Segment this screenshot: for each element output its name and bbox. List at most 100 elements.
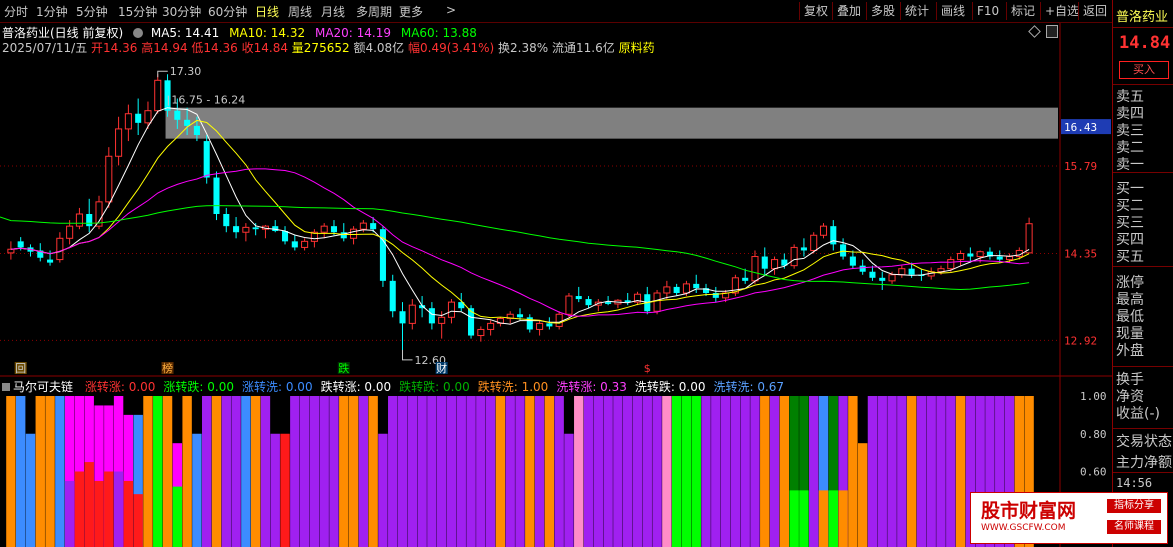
toolbar-button-2[interactable]: 多股 (866, 2, 899, 20)
indicator-bar (701, 396, 711, 547)
candle-body (555, 313, 563, 327)
collapse-icon[interactable] (133, 28, 144, 38)
indicator-bar (809, 396, 819, 547)
indicator-bar (554, 396, 564, 547)
period-tab-6[interactable]: 日线 (255, 3, 279, 20)
candle-body (477, 328, 485, 337)
candle-body (976, 251, 984, 258)
period-tab-10[interactable]: 更多 (399, 3, 423, 20)
period-tab-1[interactable]: 1分钟 (36, 3, 68, 20)
indicator-bar-segment (113, 471, 124, 547)
toolbar-button-1[interactable]: 叠加 (832, 2, 865, 20)
event-marker[interactable]: 回 (15, 362, 26, 375)
period-tab-8[interactable]: 月线 (321, 3, 345, 20)
indicator-bar (769, 396, 780, 547)
candle-body (859, 265, 866, 272)
indicator-bar (867, 396, 878, 547)
toolbar-button-0[interactable]: 复权 (799, 2, 832, 20)
period-tab-3[interactable]: 15分钟 (118, 3, 157, 20)
indicator-bar-segment (104, 471, 114, 547)
event-marker[interactable]: $ (644, 362, 651, 375)
candle-body (888, 274, 896, 282)
bottom-1[interactable]: 主力净额 (1116, 452, 1172, 472)
bottom-0[interactable]: 交易状态 (1116, 431, 1172, 451)
watermark-badge: 股市财富网 WWW.GSCFW.COM 指标分享 名师课程 (970, 492, 1168, 544)
more-arrow-icon[interactable]: > (446, 3, 456, 17)
indicator-bar-segment (828, 490, 838, 547)
event-marker[interactable]: 跌 (338, 361, 349, 375)
period-tab-2[interactable]: 5分钟 (76, 3, 108, 20)
ma10-line (10, 119, 1030, 324)
candle-body (330, 226, 338, 233)
period-tab-4[interactable]: 30分钟 (162, 3, 201, 20)
indicator-bar-segment (64, 480, 75, 547)
event-marker[interactable]: 榜 (162, 361, 173, 375)
indicator-bar (319, 396, 329, 547)
toolbar-button-3[interactable]: 统计 (900, 2, 933, 20)
indicator-bar (260, 396, 271, 547)
indicator-bar (887, 396, 897, 547)
candle-body (154, 79, 162, 112)
indicator-bar (632, 396, 643, 547)
indicator-bar (544, 396, 555, 547)
indicator-bar-segment (799, 490, 809, 547)
indicator-bar (221, 396, 231, 547)
indicator-bar (182, 396, 192, 547)
indicator-bar (946, 396, 956, 547)
indicator-bar (955, 396, 966, 547)
indicator-bar (760, 396, 770, 547)
toolbar-button-7[interactable]: +自选 (1040, 2, 1083, 20)
chart-area[interactable]: 15.79 14.35 12.92 16.43 17.30 16.75 - 16.24 1… (0, 0, 1112, 547)
indicator-bar (574, 396, 584, 547)
indicator-bar (466, 396, 476, 547)
candle-body (291, 241, 298, 248)
indicator-bar (779, 396, 790, 547)
period-tab-7[interactable]: 周线 (288, 3, 312, 20)
indicator-bar (564, 433, 574, 547)
indicator-bar-segment (94, 480, 104, 547)
candle-body (957, 253, 965, 261)
candle-body (281, 231, 289, 242)
volume-label: 量275652 (291, 41, 350, 55)
period-tab-0[interactable]: 分时 (4, 3, 28, 20)
candle-body (47, 259, 54, 263)
toolbar-button-5[interactable]: F10 (972, 2, 1003, 20)
toolbar-button-8[interactable]: 返回 (1078, 2, 1111, 20)
indicator-menu-icon[interactable] (2, 383, 10, 391)
indicator-title: 马尔可夫链 (13, 380, 74, 394)
indicator-bar (456, 396, 466, 547)
candle-body (301, 240, 309, 248)
candle-body (849, 256, 856, 266)
buy-button[interactable]: 买入 (1119, 61, 1169, 79)
indicator-bar (35, 396, 45, 547)
indicator-value-4: 跌转跌: 0.00 (399, 380, 470, 394)
high-annotation: 17.30 (170, 65, 202, 78)
moving-average-lines (0, 107, 1030, 325)
stat-4: 外盘 (1116, 343, 1144, 359)
candle-body (242, 226, 250, 233)
indicator-bar-segment (84, 462, 94, 547)
toolbar-button-4[interactable]: 画线 (936, 2, 969, 20)
indicator-value-7: 洗转跌: 0.00 (634, 380, 706, 394)
period-tab-9[interactable]: 多周期 (356, 3, 392, 20)
window-icon[interactable] (1046, 25, 1058, 38)
candle-body (223, 214, 230, 227)
period-tab-5[interactable]: 60分钟 (208, 3, 247, 20)
candle-body (447, 301, 456, 318)
indicator-value-5: 跌转洗: 1.00 (477, 380, 549, 394)
price-tick-label: 14.35 (1064, 248, 1097, 261)
candle-body (233, 226, 240, 233)
event-marker[interactable]: 财 (436, 361, 447, 375)
indicator-bar (153, 396, 163, 547)
indicator-bar (436, 396, 447, 547)
sector-label: 原料药 (618, 41, 655, 55)
indicator-bar (515, 396, 525, 547)
indicator-bar (397, 396, 408, 547)
candle-body (164, 80, 171, 111)
candle-body (320, 225, 328, 233)
candle-body (967, 253, 974, 257)
candle-body (898, 268, 906, 276)
candle-body (487, 322, 495, 330)
toolbar-button-6[interactable]: 标记 (1006, 2, 1039, 20)
indicator-bar (534, 396, 545, 547)
